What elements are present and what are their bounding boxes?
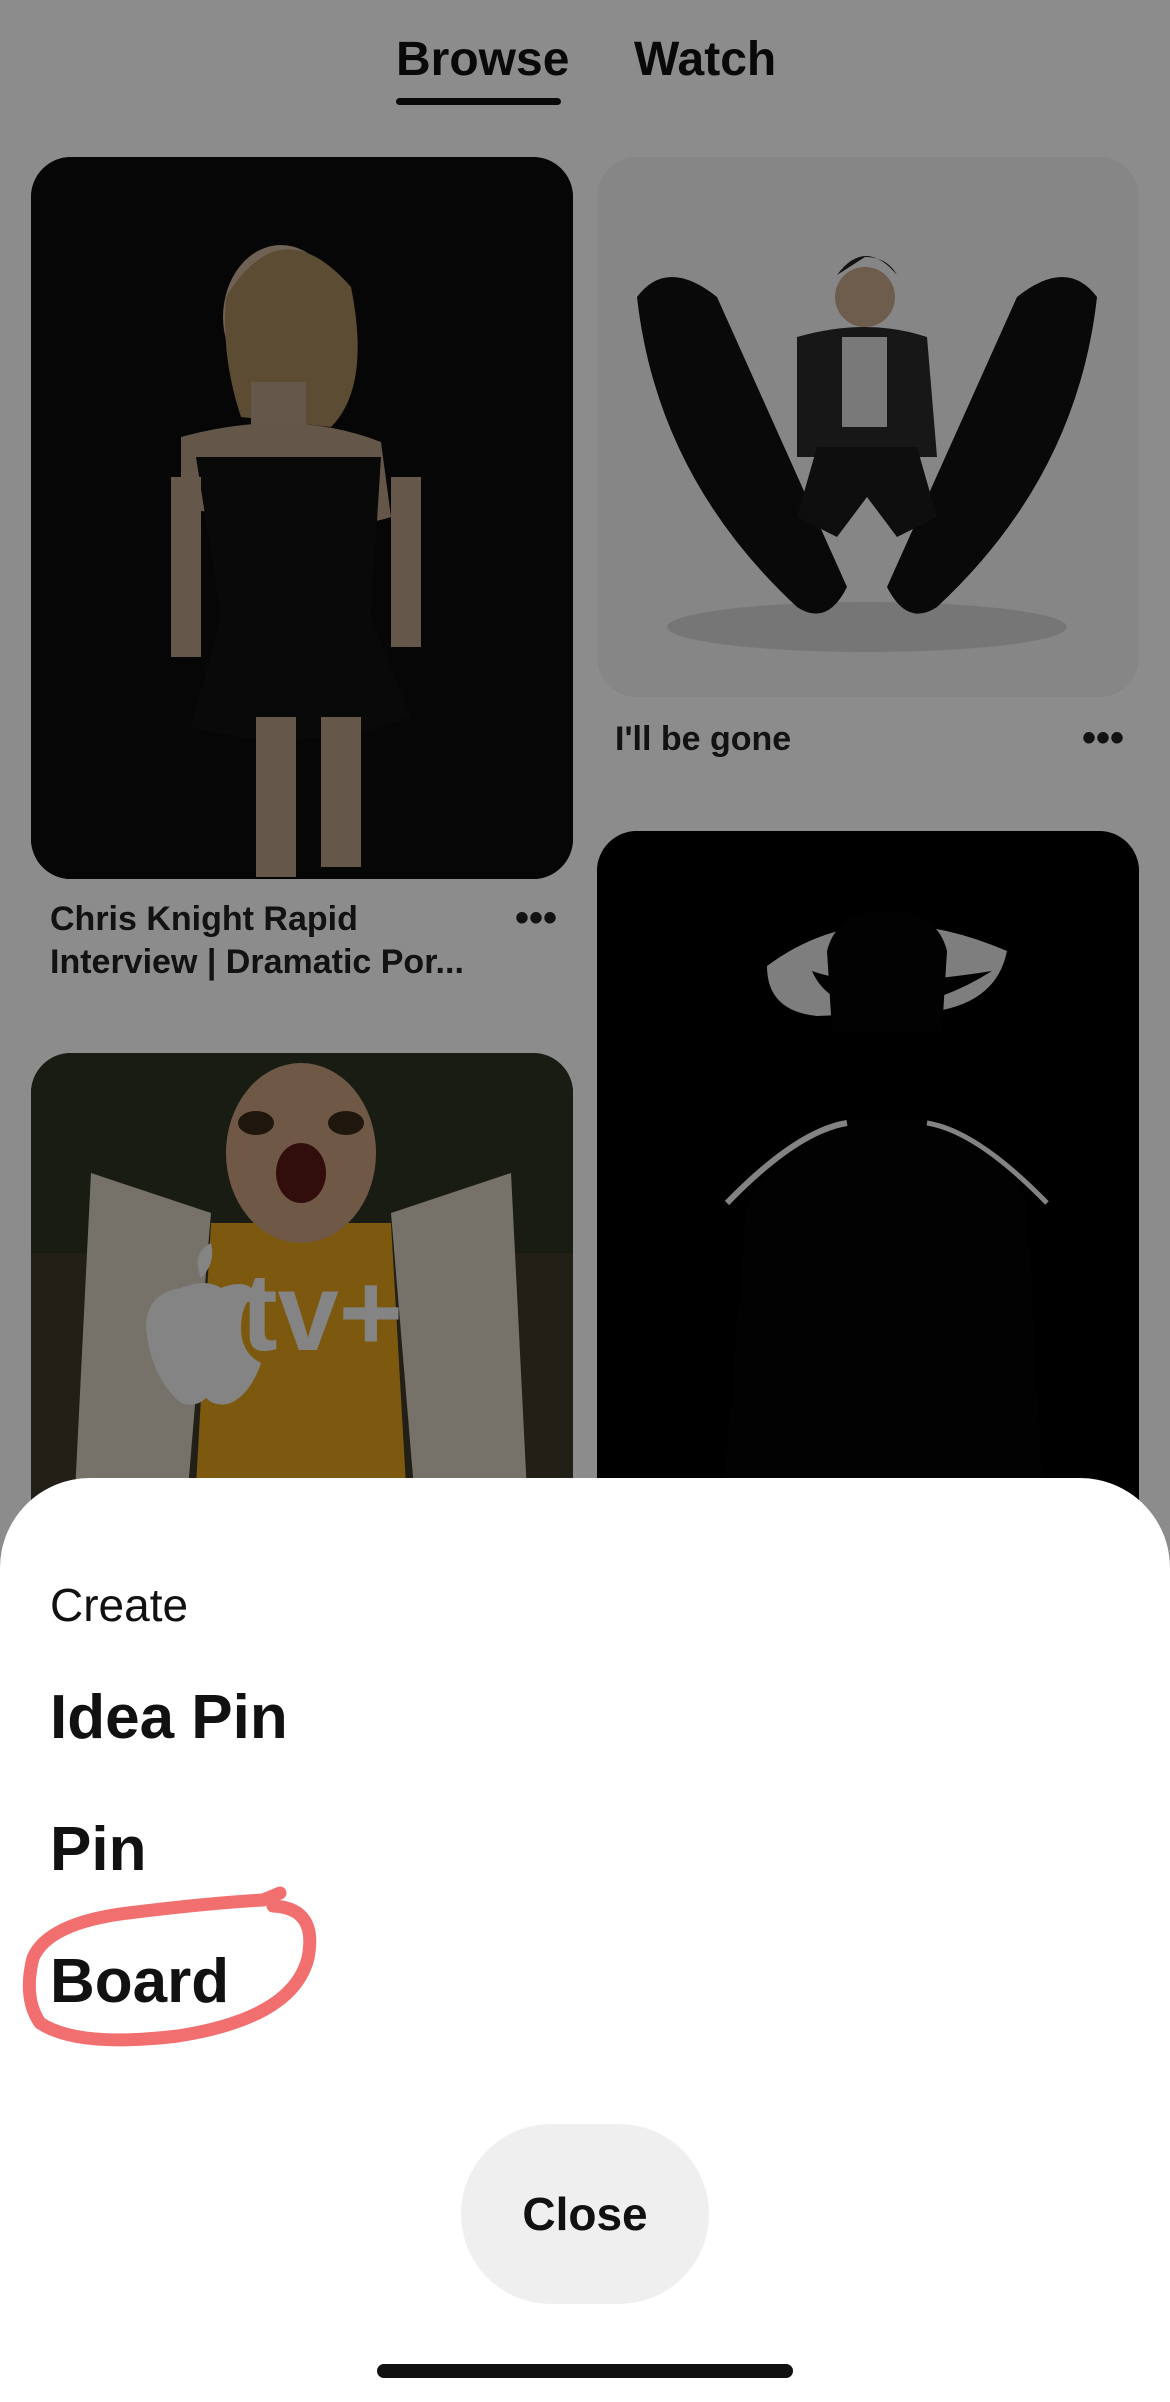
close-button[interactable]: Close xyxy=(461,2124,709,2304)
create-sheet: Create Idea Pin Pin Board Close xyxy=(0,1478,1170,2402)
create-idea-pin-option[interactable]: Idea Pin xyxy=(50,1678,288,1758)
home-indicator xyxy=(377,2364,793,2378)
create-pin-option[interactable]: Pin xyxy=(50,1810,146,1890)
create-board-option[interactable]: Board xyxy=(50,1942,229,2022)
sheet-heading: Create xyxy=(50,1579,189,1631)
